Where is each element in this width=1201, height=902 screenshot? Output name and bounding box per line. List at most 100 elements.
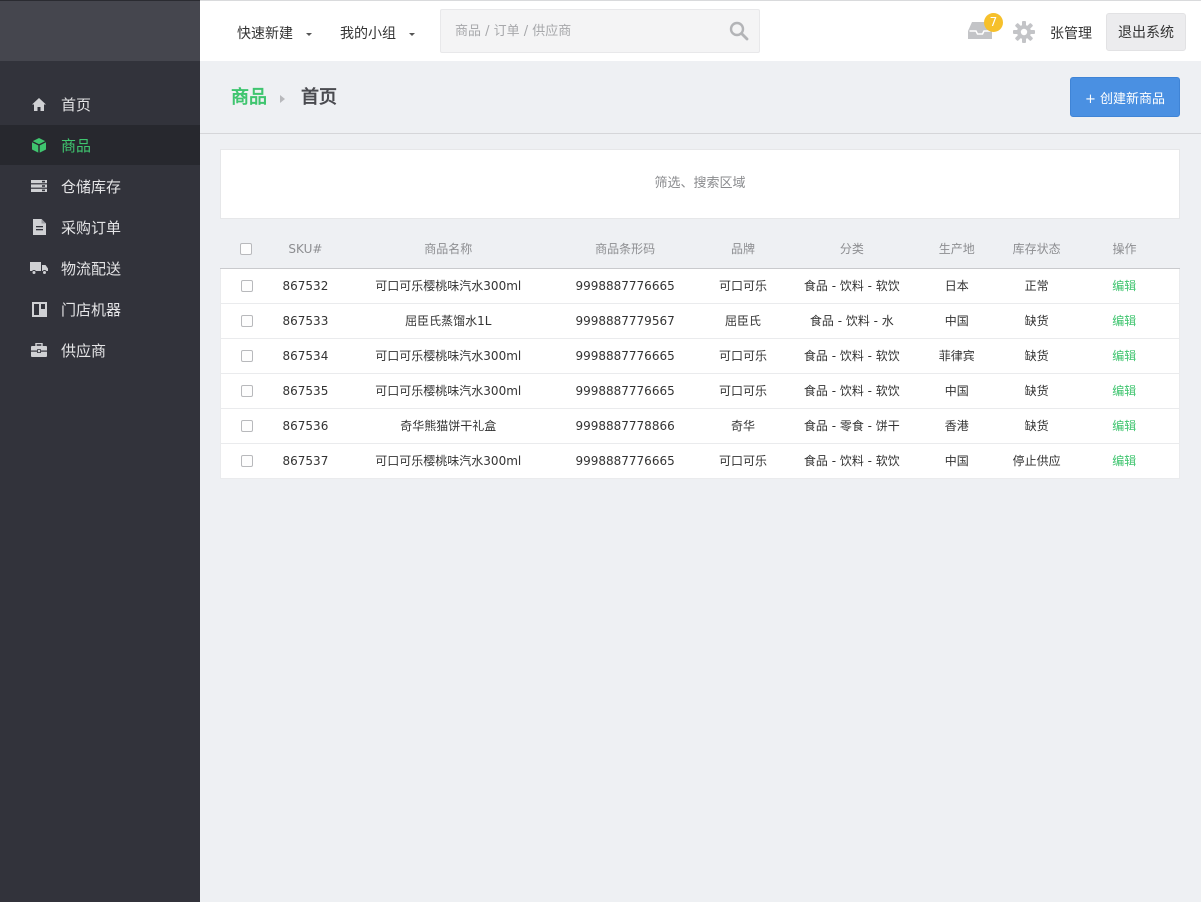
sidebar: 首页 商品 仓储库存 采购订单 物流配送 门店机器 供应商 — [0, 0, 200, 902]
logout-button[interactable]: 退出系统 — [1106, 13, 1186, 51]
row-checkbox[interactable] — [240, 350, 253, 362]
brand-cell: 可口可乐 — [692, 443, 794, 479]
product-name-cell[interactable]: 可口可乐樱桃味汽水300ml — [338, 338, 559, 374]
select-all-cell — [220, 230, 273, 269]
home-icon — [30, 95, 48, 113]
category-cell: 食品 - 饮料 - 软饮 — [793, 338, 910, 374]
stock-status-cell: 缺货 — [1003, 303, 1070, 339]
origin-cell: 中国 — [909, 303, 1004, 339]
nav-item-suppliers[interactable]: 供应商 — [0, 330, 200, 370]
my-group-label: 我的小组 — [340, 26, 396, 42]
sku-cell[interactable]: 867537 — [272, 443, 339, 479]
sku-cell[interactable]: 867532 — [272, 268, 339, 304]
column-header-barcode[interactable]: 商品条形码 — [558, 230, 693, 269]
nav-item-store-machines[interactable]: 门店机器 — [0, 289, 200, 329]
username[interactable]: 张管理 — [1050, 23, 1092, 43]
sku-cell[interactable]: 867533 — [272, 303, 339, 339]
nav-item-label: 供应商 — [61, 341, 107, 360]
logo-area — [0, 0, 200, 61]
table-row: 867532 可口可乐樱桃味汽水300ml 9998887776665 可口可乐 食品 … — [220, 268, 1180, 304]
edit-link[interactable]: 编辑 — [1112, 384, 1136, 398]
product-name-cell[interactable]: 可口可乐樱桃味汽水300ml — [338, 443, 559, 479]
column-header-category[interactable]: 分类 — [793, 230, 910, 269]
actions-cell: 编辑 — [1069, 408, 1180, 444]
warehouse-icon — [30, 177, 48, 195]
edit-link[interactable]: 编辑 — [1112, 454, 1136, 468]
row-checkbox[interactable] — [240, 455, 253, 467]
brand-cell: 可口可乐 — [692, 373, 794, 409]
nav-item-label: 首页 — [61, 95, 92, 114]
category-cell: 食品 - 饮料 - 水 — [793, 303, 910, 339]
top-bar: 快速新建 我的小组 7 张管理 退出系统 — [200, 0, 1201, 61]
breadcrumb-section[interactable]: 商品 — [231, 83, 267, 109]
row-checkbox[interactable] — [240, 315, 253, 327]
row-select-cell — [220, 268, 273, 304]
table-row: 867537 可口可乐樱桃味汽水300ml 9998887776665 可口可乐 食品 … — [220, 443, 1180, 479]
nav-item-label: 物流配送 — [61, 259, 122, 278]
nav-item-products[interactable]: 商品 — [0, 125, 200, 165]
column-header-actions: 操作 — [1069, 230, 1180, 269]
quick-new-dropdown[interactable]: 快速新建 — [237, 23, 312, 43]
nav-item-logistics[interactable]: 物流配送 — [0, 248, 200, 288]
edit-link[interactable]: 编辑 — [1112, 419, 1136, 433]
column-header-stock-status[interactable]: 库存状态 — [1003, 230, 1070, 269]
actions-cell: 编辑 — [1069, 268, 1180, 304]
origin-cell: 中国 — [909, 443, 1004, 479]
gear-icon[interactable] — [1013, 21, 1035, 43]
table-row: 867534 可口可乐樱桃味汽水300ml 9998887776665 可口可乐 食品 … — [220, 338, 1180, 374]
sku-cell[interactable]: 867535 — [272, 373, 339, 409]
row-select-cell — [220, 443, 273, 479]
table-row: 867536 奇华熊猫饼干礼盒 9998887778866 奇华 食品 - 零食 - 饼… — [220, 408, 1180, 444]
row-select-cell — [220, 408, 273, 444]
row-checkbox[interactable] — [240, 420, 253, 432]
barcode-cell: 9998887778866 — [558, 408, 693, 444]
product-name-cell[interactable]: 可口可乐樱桃味汽水300ml — [338, 373, 559, 409]
barcode-cell: 9998887779567 — [558, 303, 693, 339]
search-input[interactable] — [441, 10, 721, 52]
table-row: 867535 可口可乐樱桃味汽水300ml 9998887776665 可口可乐 食品 … — [220, 373, 1180, 409]
notification-badge[interactable]: 7 — [984, 13, 1003, 32]
select-all-checkbox[interactable] — [240, 243, 253, 256]
origin-cell: 菲律宾 — [909, 338, 1004, 374]
product-name-cell[interactable]: 奇华熊猫饼干礼盒 — [338, 408, 559, 444]
actions-cell: 编辑 — [1069, 338, 1180, 374]
edit-link[interactable]: 编辑 — [1112, 279, 1136, 293]
stock-status-cell: 停止供应 — [1003, 443, 1070, 479]
row-select-cell — [220, 338, 273, 374]
brand-cell: 可口可乐 — [692, 268, 794, 304]
nav-item-home[interactable]: 首页 — [0, 84, 200, 124]
product-name-cell[interactable]: 可口可乐樱桃味汽水300ml — [338, 268, 559, 304]
column-header-sku[interactable]: SKU# — [272, 230, 339, 269]
sku-cell[interactable]: 867534 — [272, 338, 339, 374]
category-cell: 食品 - 零食 - 饼干 — [793, 408, 910, 444]
caret-down-icon — [306, 32, 312, 36]
row-checkbox[interactable] — [240, 280, 253, 292]
create-product-button[interactable]: + 创建新商品 — [1070, 77, 1180, 117]
truck-icon — [30, 259, 48, 277]
edit-link[interactable]: 编辑 — [1112, 314, 1136, 328]
sku-cell[interactable]: 867536 — [272, 408, 339, 444]
box-icon — [30, 136, 48, 154]
page-title: 首页 — [301, 87, 337, 108]
origin-cell: 香港 — [909, 408, 1004, 444]
nav-item-label: 采购订单 — [61, 218, 122, 237]
barcode-cell: 9998887776665 — [558, 338, 693, 374]
barcode-cell: 9998887776665 — [558, 373, 693, 409]
main-nav: 首页 商品 仓储库存 采购订单 物流配送 门店机器 供应商 — [0, 84, 200, 370]
column-header-origin[interactable]: 生产地 — [909, 230, 1004, 269]
stock-status-cell: 缺货 — [1003, 373, 1070, 409]
my-group-dropdown[interactable]: 我的小组 — [340, 23, 415, 43]
origin-cell: 日本 — [909, 268, 1004, 304]
row-checkbox[interactable] — [240, 385, 253, 397]
product-name-cell[interactable]: 屈臣氏蒸馏水1L — [338, 303, 559, 339]
edit-link[interactable]: 编辑 — [1112, 349, 1136, 363]
nav-item-purchase-orders[interactable]: 采购订单 — [0, 207, 200, 247]
nav-item-label: 门店机器 — [61, 300, 122, 319]
actions-cell: 编辑 — [1069, 373, 1180, 409]
column-header-brand[interactable]: 品牌 — [692, 230, 794, 269]
actions-cell: 编辑 — [1069, 443, 1180, 479]
column-header-name[interactable]: 商品名称 — [338, 230, 559, 269]
filter-search-area: 筛选、搜索区域 — [220, 149, 1180, 219]
nav-item-warehouse[interactable]: 仓储库存 — [0, 166, 200, 206]
search-icon[interactable] — [729, 21, 749, 41]
